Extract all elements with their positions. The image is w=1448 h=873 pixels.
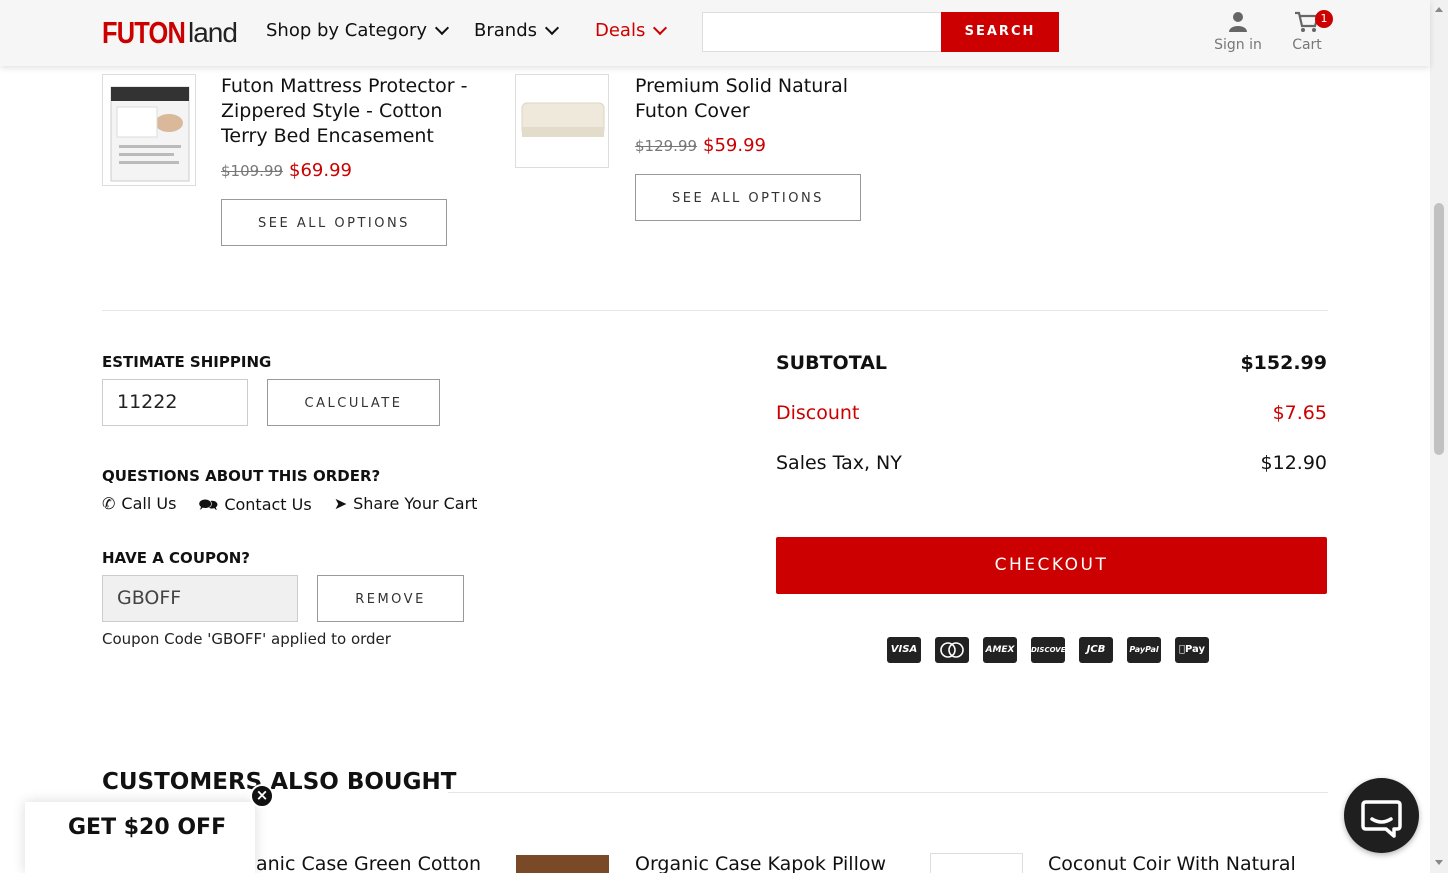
help-links: ✆ Call Us 🗪 Contact Us ➤ Share Your Cart [102, 494, 477, 521]
mastercard-circles-icon [940, 642, 964, 658]
logo-land: land [188, 17, 238, 48]
scrollbar-thumb[interactable] [1434, 203, 1444, 455]
chat-widget-button[interactable] [1344, 778, 1419, 853]
divider [102, 310, 1328, 311]
sign-in-label: Sign in [1214, 37, 1262, 53]
nav-label: Brands [474, 20, 537, 41]
nav-brands[interactable]: Brands [474, 20, 560, 41]
sale-price: $69.99 [289, 160, 353, 181]
subtotal-value: $152.99 [1240, 352, 1327, 374]
sales-tax-value: $12.90 [1260, 452, 1327, 474]
sign-in-link[interactable]: Sign in [1214, 11, 1262, 53]
product-thumbnail[interactable] [930, 853, 1023, 873]
futon-cover-image [521, 102, 605, 137]
also-bought-item-name[interactable]: anic Case Green Cotton [256, 852, 481, 873]
product-thumbnail[interactable] [515, 74, 609, 168]
remove-coupon-button[interactable]: REMOVE [317, 575, 464, 622]
product-name[interactable]: Futon Mattress Protector - Zippered Styl… [221, 74, 467, 149]
product-price: $109.99 $69.99 [221, 160, 352, 181]
scroll-down-arrow-icon[interactable] [1430, 855, 1448, 871]
visa-icon: VISA [887, 637, 921, 663]
share-cart-link[interactable]: ➤ Share Your Cart [334, 494, 478, 521]
mastercard-icon [935, 637, 969, 663]
sale-price: $59.99 [703, 135, 767, 156]
also-bought-title: CUSTOMERS ALSO BOUGHT [102, 769, 457, 795]
apple-pay-icon: Pay [1175, 637, 1209, 663]
link-label: Contact Us [224, 495, 312, 514]
link-label: Call Us [121, 494, 177, 513]
zip-code-input[interactable]: 11222 [102, 379, 248, 426]
close-icon[interactable]: × [250, 784, 274, 808]
phone-icon: ✆ [102, 494, 116, 513]
checkout-button[interactable]: CHECKOUT [776, 537, 1327, 594]
scroll-up-arrow-icon[interactable] [1430, 2, 1448, 18]
cart-label: Cart [1292, 37, 1322, 53]
chat-bubble-icon [1361, 800, 1402, 838]
also-bought-item-name[interactable]: Organic Case Kapok Pillow [635, 852, 886, 873]
call-us-link[interactable]: ✆ Call Us [102, 494, 176, 521]
product-name-line: Zippered Style - Cotton [221, 100, 443, 122]
page: FUTON land Shop by Category Brands Deals … [0, 0, 1448, 873]
product-thumbnail[interactable] [516, 855, 609, 873]
questions-label: QUESTIONS ABOUT THIS ORDER? [102, 467, 381, 485]
chevron-down-icon [434, 20, 450, 35]
product-name-line: Terry Bed Encasement [221, 125, 434, 147]
product-name-line: Futon Mattress Protector - [221, 75, 468, 97]
paper-plane-icon: ➤ [333, 494, 348, 513]
see-all-options-button[interactable]: SEE ALL OPTIONS [221, 199, 447, 246]
nav-shop-by-category[interactable]: Shop by Category [266, 20, 450, 41]
estimate-shipping-label: ESTIMATE SHIPPING [102, 353, 272, 371]
subtotal-row: SUBTOTAL $152.99 [776, 352, 1327, 374]
coupon-label: HAVE A COUPON? [102, 549, 250, 567]
discount-row: Discount $7.65 [776, 402, 1327, 424]
amex-icon: AMEX [983, 637, 1017, 663]
nav-label: Deals [595, 20, 646, 41]
contact-us-link[interactable]: 🗪 Contact Us [198, 494, 311, 521]
discover-icon: DISCOVER [1031, 637, 1071, 663]
link-label: Share Your Cart [353, 494, 478, 513]
discount-label: Discount [776, 402, 860, 424]
jcb-icon: JCB [1079, 637, 1113, 663]
product-price: $129.99 $59.99 [635, 135, 766, 156]
search-input[interactable] [702, 12, 942, 52]
product-name[interactable]: Premium Solid Natural Futon Cover [635, 74, 848, 124]
sales-tax-label: Sales Tax, NY [776, 452, 902, 474]
product-name-line: Futon Cover [635, 100, 750, 122]
site-header: FUTON land Shop by Category Brands Deals … [0, 0, 1430, 66]
chevron-down-icon [653, 20, 668, 35]
sales-tax-row: Sales Tax, NY $12.90 [776, 452, 1327, 474]
also-bought-item-name[interactable]: Coconut Coir With Natural [1048, 852, 1296, 873]
apple-pay-label: Pay [1181, 644, 1205, 655]
paypal-icon: PayPal [1127, 637, 1161, 663]
popup-text: GET $20 OFF [68, 815, 227, 840]
discount-value: $7.65 [1272, 402, 1327, 424]
search-button[interactable]: SEARCH [941, 12, 1059, 52]
futonland-logo[interactable]: FUTON land [102, 15, 238, 51]
user-icon [1229, 12, 1247, 32]
chat-bubbles-icon: 🗪 [198, 495, 219, 514]
nav-deals[interactable]: Deals [595, 20, 668, 41]
original-price: $129.99 [635, 137, 698, 155]
coupon-code-input[interactable]: GBOFF [102, 575, 298, 622]
chevron-down-icon [544, 20, 560, 35]
divider [448, 792, 1328, 793]
coupon-applied-note: Coupon Code 'GBOFF' applied to order [102, 630, 391, 648]
logo-futon: FUTON [102, 15, 186, 50]
cart-count-badge: 1 [1315, 10, 1333, 28]
see-all-options-button[interactable]: SEE ALL OPTIONS [635, 174, 861, 221]
discount-popup[interactable]: GET $20 OFF [25, 802, 255, 873]
product-name-line: Premium Solid Natural [635, 75, 849, 97]
original-price: $109.99 [221, 162, 284, 180]
calculate-button[interactable]: CALCULATE [267, 379, 440, 426]
product-thumbnail[interactable] [102, 74, 196, 186]
nav-label: Shop by Category [266, 20, 428, 41]
mattress-protector-image [110, 86, 190, 182]
subtotal-label: SUBTOTAL [776, 352, 888, 374]
